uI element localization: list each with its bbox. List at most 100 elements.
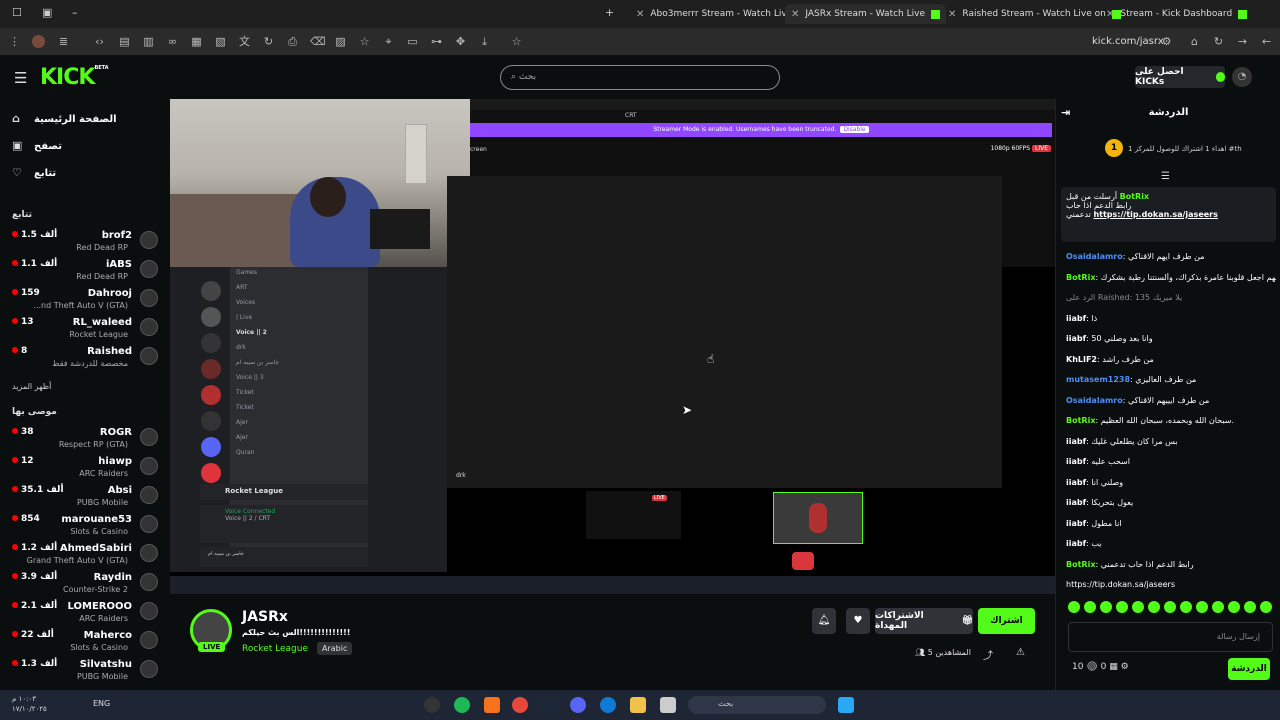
emote-icon[interactable] <box>1132 601 1144 613</box>
search-input[interactable]: ⌕ بحث <box>500 65 780 90</box>
chat-input[interactable]: إرسال رسالة <box>1068 622 1273 652</box>
chat-username[interactable]: mutasem1238 <box>1066 375 1130 384</box>
delete-icon[interactable]: ⌫ <box>310 35 326 48</box>
close-icon[interactable]: ✕ <box>636 9 644 20</box>
sidebar-item-browse[interactable]: ▣ تصفح <box>12 140 62 152</box>
chat-username[interactable]: iiabf <box>1066 478 1086 487</box>
chat-message[interactable]: BotRix: سبحان الله وبحمده، سبحان الله ال… <box>1066 416 1276 425</box>
reload-icon[interactable]: ↻ <box>1212 35 1225 48</box>
chat-username[interactable]: iiabf <box>1066 539 1086 548</box>
tab-jasrx[interactable]: ✕ JASRx Stream - Watch Live <box>785 4 946 24</box>
emote-icon[interactable] <box>1260 601 1272 613</box>
chat-message[interactable]: https://tip.dokan.sa/jaseers <box>1066 580 1276 589</box>
chat-message[interactable]: iiabf: اسحب عليه <box>1066 457 1276 466</box>
report-icon[interactable]: ⚠ <box>1016 647 1025 658</box>
chat-message[interactable]: iiabf: وصلني انا <box>1066 478 1276 487</box>
close-icon[interactable]: ✕ <box>791 9 799 20</box>
sidebar-channel[interactable]: 854 marouane53 Slots & Casino <box>12 512 162 540</box>
settings-icon[interactable]: ⚙ <box>1121 662 1129 672</box>
close-icon[interactable]: ✕ <box>1106 9 1114 20</box>
sidebar-item-home[interactable]: ⌂ الصفحة الرئيسية <box>12 113 117 125</box>
new-tab-icon[interactable]: + <box>605 6 614 19</box>
follow-heart-icon[interactable]: ♥ <box>846 608 870 634</box>
chat-username[interactable]: Osaidalamro <box>1066 396 1123 405</box>
minimize-icon[interactable]: – <box>72 6 78 19</box>
sidebar-channel[interactable]: 2.1 ألف LOMEROOO ARC Raiders <box>12 599 162 627</box>
app-icon[interactable] <box>484 697 500 713</box>
chat-message[interactable]: الرد على Raished: يلا ميريك 135 <box>1066 293 1276 302</box>
tab-actions-icon[interactable]: ▣ <box>42 6 52 19</box>
windows-start-icon[interactable] <box>838 697 854 713</box>
chat-username[interactable]: Osaidalamro <box>1066 252 1123 261</box>
chat-message[interactable]: mutasem1238: من طرف العاليزي <box>1066 375 1276 384</box>
emote-icon[interactable] <box>1164 601 1176 613</box>
chat-message[interactable]: Osaidalamro: من طرف ايييهم الاقناكي <box>1066 396 1276 405</box>
forward-icon[interactable]: → <box>1236 35 1249 48</box>
emote-icon[interactable] <box>1116 601 1128 613</box>
chat-send-button[interactable]: الدردشة <box>1228 658 1270 680</box>
sidebar-channel[interactable]: 22 ألف Maherco Slots & Casino <box>12 628 162 656</box>
print-icon[interactable]: ⎙ <box>286 35 299 48</box>
sidebar-channel[interactable]: 159 Dahrooj ...nd Theft Auto V (GTA) <box>12 286 162 314</box>
toggle-icon[interactable]: ⊶ <box>430 35 443 48</box>
chrome-icon[interactable] <box>512 697 528 713</box>
chat-username[interactable]: BotRix <box>1066 273 1095 282</box>
sidebar-channel[interactable]: 1.5 ألف brof2 Red Dead RP <box>12 228 162 256</box>
spotify-icon[interactable] <box>454 697 470 713</box>
link-icon[interactable]: ∞ <box>166 35 179 48</box>
tab-kick-dashboard[interactable]: ✕ Stream - Kick Dashboard <box>1100 4 1253 24</box>
get-kicks-button[interactable]: احصل على KICKs <box>1135 66 1225 88</box>
translate-icon[interactable]: 文 <box>238 35 251 48</box>
sidebar-channel[interactable]: 12 hiawp ARC Raiders <box>12 454 162 482</box>
menu-icon[interactable]: ☐ <box>12 6 22 19</box>
sidebar-channel[interactable]: 1.3 ألف Silvatshu PUBG Mobile <box>12 657 162 685</box>
toolbar-icon[interactable]: ▦ <box>190 35 203 48</box>
profile-icon[interactable] <box>32 35 45 48</box>
puzzle-icon[interactable]: ✥ <box>454 35 467 48</box>
chat-username[interactable]: iiabf <box>1066 437 1086 446</box>
kick-logo[interactable]: KICKBETA <box>40 65 109 90</box>
chat-username[interactable]: iiabf <box>1066 519 1086 528</box>
home-icon[interactable]: ⌂ <box>1188 35 1201 48</box>
emote-icon[interactable] <box>1068 601 1080 613</box>
os-language[interactable]: ENG <box>93 699 110 708</box>
gift-subs-button[interactable]: الاشتراكات المهداة 🎁︎ <box>875 608 973 634</box>
filter-icon[interactable]: ☰ <box>1161 171 1170 182</box>
emote-icon[interactable] <box>1212 601 1224 613</box>
app-icon[interactable] <box>660 697 676 713</box>
back-icon[interactable]: ← <box>1260 35 1273 48</box>
chat-message[interactable]: iiabf: بس مرا كان يطلعلي غليك <box>1066 437 1276 446</box>
site-settings-icon[interactable]: ⚙ <box>1160 35 1173 48</box>
url-bar[interactable]: kick.com/jasrx <box>1092 36 1164 47</box>
language-tag[interactable]: Arabic <box>317 642 353 655</box>
emote-icon[interactable] <box>1100 601 1112 613</box>
card-icon[interactable]: ▭ <box>406 35 419 48</box>
chat-message[interactable]: KhLIF2: من طرف راشد <box>1066 355 1276 364</box>
emote-icon[interactable] <box>1084 601 1096 613</box>
chat-message[interactable]: iiabf: انا مطول <box>1066 519 1276 528</box>
sidebar-channel[interactable]: 1.1 ألف iABS Red Dead RP <box>12 257 162 285</box>
discord-icon[interactable] <box>570 697 586 713</box>
os-search-input[interactable]: بحث <box>688 696 826 714</box>
location-icon[interactable]: ⌖ <box>382 35 395 48</box>
close-icon[interactable]: ✕ <box>948 9 956 20</box>
sidebar-item-following[interactable]: ♡ تتابع <box>12 167 56 179</box>
obs-icon[interactable] <box>424 697 440 713</box>
steam-icon[interactable] <box>541 697 557 713</box>
refresh-icon[interactable]: ↻ <box>262 35 275 48</box>
kebab-menu-icon[interactable]: ⋮ <box>8 35 21 48</box>
sidebar-channel[interactable]: 13 RL_waleed Rocket League <box>12 315 162 343</box>
channel-name[interactable]: JASRx <box>242 609 288 625</box>
chat-username[interactable]: iiabf <box>1066 498 1086 507</box>
folder-icon[interactable] <box>630 697 646 713</box>
chat-username[interactable]: BotRix <box>1066 560 1095 569</box>
emote-icon[interactable] <box>1148 601 1160 613</box>
edge-icon[interactable] <box>600 697 616 713</box>
collapse-chat-icon[interactable]: ⇥ <box>1061 99 1070 127</box>
chat-message[interactable]: iiabf: يب <box>1066 539 1276 548</box>
emote-icon[interactable] <box>1180 601 1192 613</box>
sidebar-channel[interactable]: 35.1 ألف Absi PUBG Mobile <box>12 483 162 511</box>
notification-bell-icon[interactable]: 🔔︎ <box>812 608 836 634</box>
toolbar-icon[interactable]: ≣ <box>57 35 70 48</box>
code-icon[interactable]: ‹› <box>93 35 106 48</box>
